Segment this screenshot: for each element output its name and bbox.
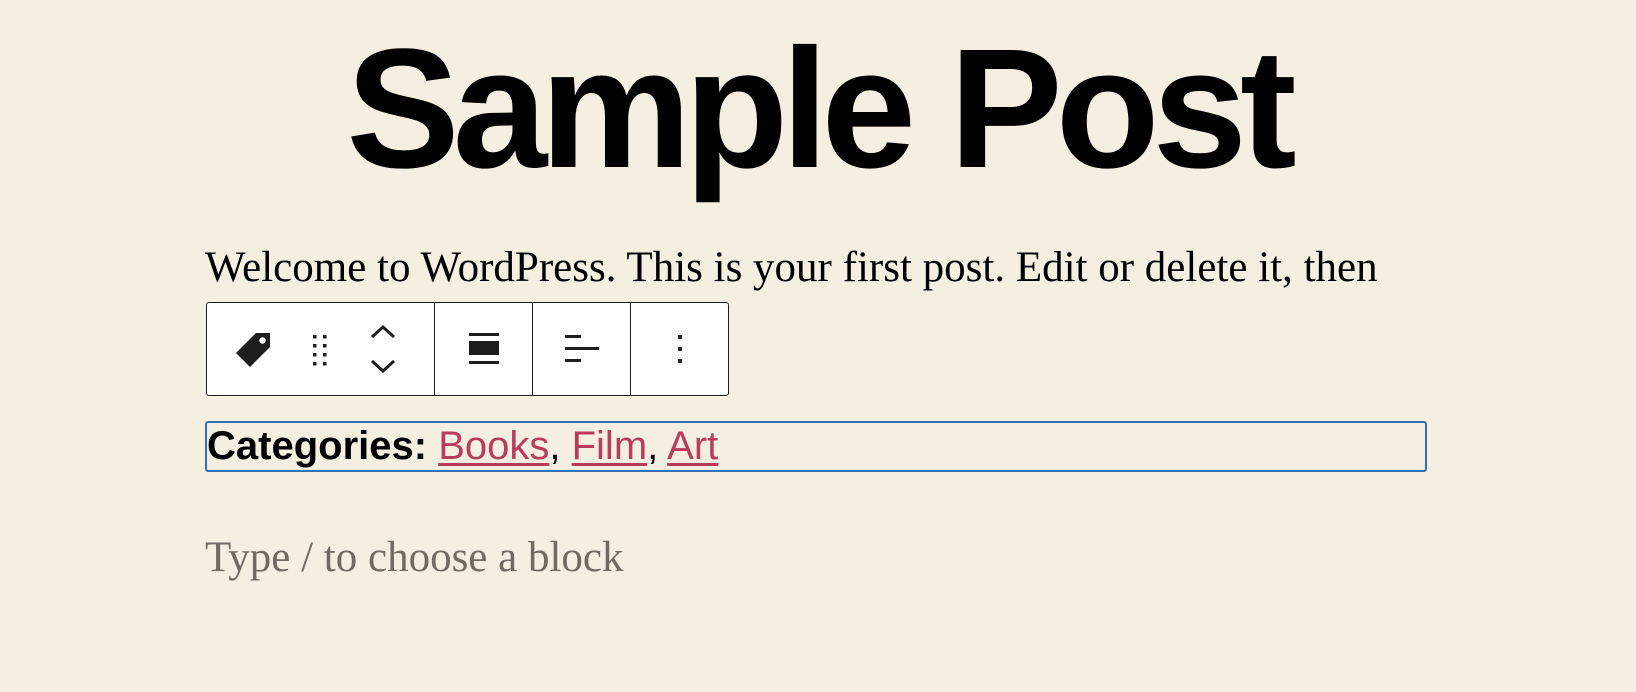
category-separator: ,: [647, 424, 659, 468]
category-link-art[interactable]: Art: [667, 424, 718, 468]
editor-canvas: Sample Post Welcome to WordPress. This i…: [0, 0, 1636, 692]
block-appender-placeholder[interactable]: Type / to choose a block: [205, 530, 624, 586]
post-categories-block[interactable]: Categories: Books, Film, Art: [205, 421, 1427, 472]
block-width-button[interactable]: [435, 303, 532, 395]
block-type-button[interactable]: [207, 303, 297, 395]
align-left-icon: [564, 335, 599, 362]
tag-icon: [236, 333, 270, 367]
post-paragraph[interactable]: Welcome to WordPress. This is your first…: [205, 240, 1378, 296]
categories-prefix: Categories:: [207, 424, 428, 468]
category-link-film[interactable]: Film: [572, 424, 648, 468]
full-width-align-icon: [468, 333, 499, 364]
category-link-books[interactable]: Books: [438, 424, 549, 468]
drag-handle-button[interactable]: [297, 303, 343, 395]
toolbar-group-align: [533, 303, 631, 395]
toolbar-group-options: [631, 303, 728, 395]
post-title[interactable]: Sample Post: [0, 14, 1636, 204]
move-up-down-icon: [370, 324, 396, 374]
toolbar-group-block: [207, 303, 435, 395]
move-up-down-button[interactable]: [343, 303, 423, 395]
block-toolbar: [206, 302, 729, 396]
toolbar-group-width: [435, 303, 533, 395]
more-options-icon: [677, 335, 682, 363]
text-align-button[interactable]: [533, 303, 630, 395]
drag-handle-icon: [313, 335, 327, 366]
more-options-button[interactable]: [631, 303, 728, 395]
category-separator: ,: [549, 424, 561, 468]
